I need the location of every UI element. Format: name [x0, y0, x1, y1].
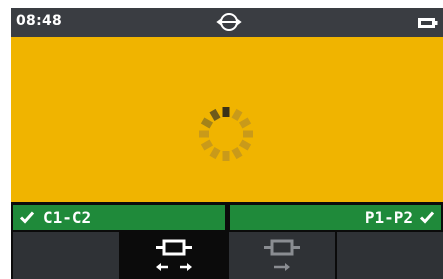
loading-spinner-icon: [199, 107, 253, 161]
softkey-3-unidirectional[interactable]: [229, 232, 335, 279]
battery-icon: [418, 18, 438, 28]
spinner-segment: [231, 146, 243, 160]
spinner-segment: [200, 139, 214, 151]
result-p1-p2: P1-P2: [230, 205, 441, 230]
result-c1-c2: C1-C2: [13, 205, 225, 230]
spinner-segment: [238, 117, 252, 129]
test-status-area: [11, 37, 443, 202]
status-bar: 08:48: [11, 8, 443, 37]
device-screen: 08:48 C1-C2 P1-P2: [11, 8, 443, 279]
loopback-icon: [216, 13, 242, 31]
result-right-label: P1-P2: [364, 208, 413, 227]
softkey-1[interactable]: [13, 232, 119, 279]
unidirectional-link-icon: [264, 239, 300, 271]
result-left-label: C1-C2: [43, 208, 92, 227]
softkey-2-bidirectional[interactable]: [121, 232, 227, 279]
check-icon: [19, 211, 35, 224]
softkey-bar: [11, 232, 443, 279]
spinner-segment: [209, 108, 221, 122]
softkey-4[interactable]: [337, 232, 443, 279]
check-icon: [419, 211, 435, 224]
spinner-segment: [238, 139, 252, 151]
spinner-segment: [200, 117, 214, 129]
spinner-segment: [231, 108, 243, 122]
bidirectional-link-icon: [156, 239, 192, 271]
spinner-segment: [209, 146, 221, 160]
clock-time: 08:48: [16, 13, 63, 29]
